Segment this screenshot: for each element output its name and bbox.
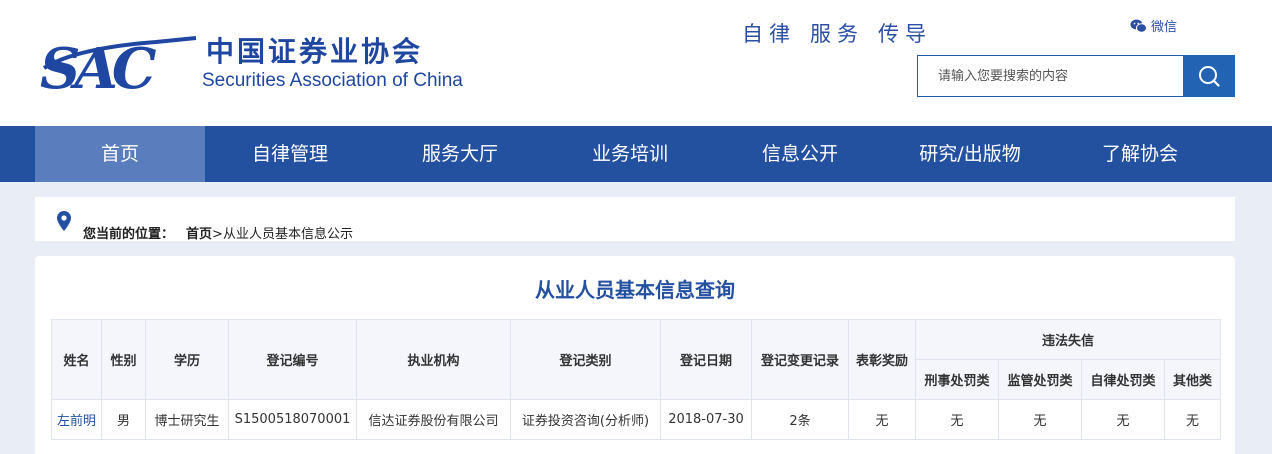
nav-item-about[interactable]: 了解协会 (1055, 126, 1225, 182)
search-input[interactable] (917, 55, 1183, 97)
cell-awards: 无 (848, 399, 916, 440)
header-org: 执业机构 (356, 319, 511, 400)
cell-education: 博士研究生 (145, 399, 229, 440)
nav-item-home[interactable]: 首页 (35, 126, 205, 182)
cell-gender: 男 (101, 399, 146, 440)
search-icon (1199, 66, 1220, 87)
cell-regulatory: 无 (998, 399, 1082, 440)
cell-criminal: 无 (915, 399, 999, 440)
logo-english-name: Securities Association of China (202, 70, 463, 91)
svg-text:SAC: SAC (40, 36, 157, 98)
query-panel: 从业人员基本信息查询 姓名 性别 学历 登记编号 执业机构 登记类别 登记日期 … (35, 256, 1235, 454)
panel-title: 从业人员基本信息查询 (535, 278, 735, 302)
header-gender: 性别 (101, 319, 146, 400)
slogan-item: 传导 (878, 22, 932, 46)
nav-item-service-hall[interactable]: 服务大厅 (375, 126, 545, 182)
cell-self-reg: 无 (1081, 399, 1165, 440)
wechat-icon (1130, 19, 1147, 33)
header-education: 学历 (145, 319, 229, 400)
header-regulatory: 监管处罚类 (998, 359, 1082, 400)
cell-reg-no: S1500518070001 (228, 399, 357, 440)
cell-org: 信达证券股份有限公司 (356, 399, 511, 440)
nav-item-disclosure[interactable]: 信息公开 (715, 126, 885, 182)
header-self-reg: 自律处罚类 (1081, 359, 1165, 400)
header-name: 姓名 (51, 319, 102, 400)
cell-reg-date: 2018-07-30 (660, 399, 752, 440)
practitioner-info-table: 姓名 性别 学历 登记编号 执业机构 登记类别 登记日期 登记变更记录 表彰奖励… (51, 319, 1222, 440)
cell-name-link[interactable]: 左前明 (51, 399, 102, 440)
table-row: 左前明 男 博士研究生 S1500518070001 信达证券股份有限公司 证券… (51, 399, 1222, 440)
breadcrumb-home-link[interactable]: 首页 (186, 227, 212, 242)
nav-item-training[interactable]: 业务培训 (545, 126, 715, 182)
breadcrumb-path: 您当前的位置： 首页>从业人员基本信息公示 (83, 223, 353, 242)
breadcrumb: 您当前的位置： 首页>从业人员基本信息公示 (35, 197, 1235, 242)
cell-change-log: 2条 (751, 399, 849, 440)
breadcrumb-separator: > (212, 227, 223, 242)
wechat-link[interactable]: 微信 (1130, 16, 1177, 35)
location-pin-icon (57, 211, 71, 231)
header-criminal: 刑事处罚类 (915, 359, 999, 400)
header-slogan: 自律 服务 传导 (742, 18, 946, 48)
header-reg-no: 登记编号 (228, 319, 357, 400)
slogan-item: 自律 (742, 22, 796, 46)
breadcrumb-current: 从业人员基本信息公示 (222, 227, 353, 242)
main-nav: 首页 自律管理 服务大厅 业务培训 信息公开 研究/出版物 了解协会 (0, 126, 1272, 182)
cell-other: 无 (1163, 399, 1222, 440)
search-bar (917, 55, 1235, 97)
nav-item-research[interactable]: 研究/出版物 (885, 126, 1055, 182)
slogan-item: 服务 (810, 22, 864, 46)
header-violations: 违法失信 (914, 319, 1222, 360)
header-reg-type: 登记类别 (510, 319, 661, 400)
nav-item-self-regulation[interactable]: 自律管理 (205, 126, 375, 182)
logo-chinese-name: 中国证券业协会 (206, 35, 424, 68)
header-change-log: 登记变更记录 (751, 319, 849, 400)
cell-reg-type: 证券投资咨询(分析师) (510, 399, 661, 440)
sac-logo-mark: SAC (40, 36, 197, 98)
header-awards: 表彰奖励 (848, 319, 916, 400)
header-other: 其他类 (1163, 359, 1222, 400)
search-button[interactable] (1183, 55, 1235, 97)
wechat-label: 微信 (1151, 20, 1178, 35)
site-header: SAC 中国证券业协会 Securities Association of Ch… (0, 0, 1272, 126)
breadcrumb-label: 您当前的位置： (83, 227, 175, 242)
header-reg-date: 登记日期 (660, 319, 752, 400)
site-logo[interactable]: SAC 中国证券业协会 Securities Association of Ch… (36, 28, 496, 98)
